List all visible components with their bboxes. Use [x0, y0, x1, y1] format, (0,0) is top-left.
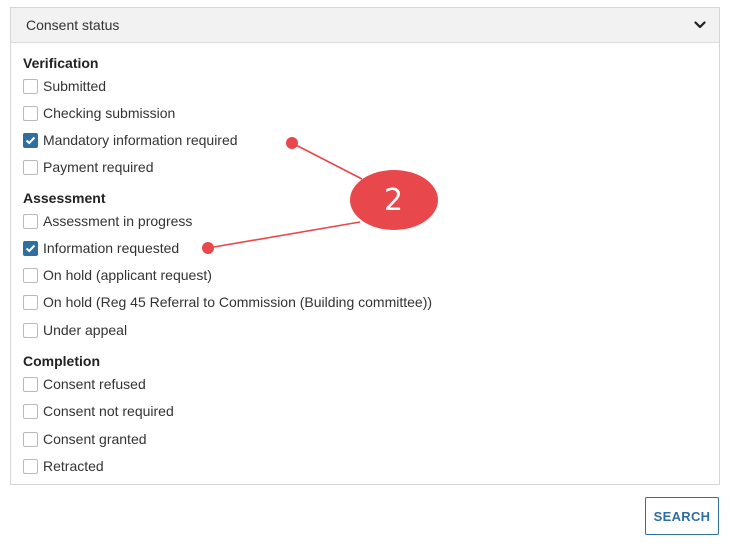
option-mandatory-information-required[interactable]: Mandatory information required: [23, 130, 238, 150]
checkbox[interactable]: [23, 458, 38, 474]
option-submitted[interactable]: Submitted: [23, 76, 106, 96]
group-title-assessment: Assessment: [23, 190, 106, 206]
option-label: On hold (Reg 45 Referral to Commission (…: [43, 294, 433, 310]
option-label: Consent granted: [43, 431, 147, 447]
checkbox[interactable]: [23, 240, 38, 256]
option-label: On hold (applicant request): [43, 267, 212, 283]
checkbox[interactable]: [23, 403, 38, 419]
option-information-requested[interactable]: Information requested: [23, 238, 179, 258]
checkmark-icon: [25, 244, 36, 252]
checkmark-icon: [25, 136, 36, 144]
option-payment-required[interactable]: Payment required: [23, 157, 154, 177]
checkbox[interactable]: [23, 294, 38, 310]
checkbox[interactable]: [23, 376, 38, 392]
group-title-verification: Verification: [23, 55, 99, 71]
option-under-appeal[interactable]: Under appeal: [23, 320, 127, 340]
checkbox[interactable]: [23, 105, 38, 121]
consent-status-panel: Consent status Verification Submitted Ch…: [10, 7, 720, 485]
option-label: Consent refused: [43, 376, 146, 392]
callout-number: 2: [383, 182, 404, 218]
panel-title: Consent status: [26, 17, 120, 33]
consent-status-header[interactable]: Consent status: [11, 8, 719, 43]
option-label: Checking submission: [43, 105, 176, 121]
option-label: Retracted: [43, 458, 104, 474]
option-label: Consent not required: [43, 403, 174, 419]
option-assessment-in-progress[interactable]: Assessment in progress: [23, 211, 192, 231]
chevron-down-icon[interactable]: [693, 18, 707, 32]
option-label: Under appeal: [43, 322, 128, 338]
option-on-hold-applicant-request[interactable]: On hold (applicant request): [23, 265, 212, 285]
search-button[interactable]: SEARCH: [645, 497, 719, 535]
option-consent-not-required[interactable]: Consent not required: [23, 401, 174, 421]
option-checking-submission[interactable]: Checking submission: [23, 103, 175, 123]
checkbox[interactable]: [23, 267, 38, 283]
option-label: Assessment in progress: [43, 213, 193, 229]
checkbox[interactable]: [23, 431, 38, 447]
checkbox[interactable]: [23, 159, 38, 175]
option-consent-refused[interactable]: Consent refused: [23, 374, 146, 394]
option-label: Information requested: [43, 240, 180, 256]
checkbox[interactable]: [23, 213, 38, 229]
option-label: Payment required: [43, 159, 154, 175]
option-retracted[interactable]: Retracted: [23, 456, 104, 476]
option-on-hold-reg-45-referral[interactable]: On hold (Reg 45 Referral to Commission (…: [23, 292, 432, 312]
group-title-completion: Completion: [23, 353, 100, 369]
option-label: Mandatory information required: [43, 132, 238, 148]
option-consent-granted[interactable]: Consent granted: [23, 429, 147, 449]
checkbox[interactable]: [23, 132, 38, 148]
checkbox[interactable]: [23, 322, 38, 338]
option-label: Submitted: [43, 78, 107, 94]
checkbox[interactable]: [23, 78, 38, 94]
